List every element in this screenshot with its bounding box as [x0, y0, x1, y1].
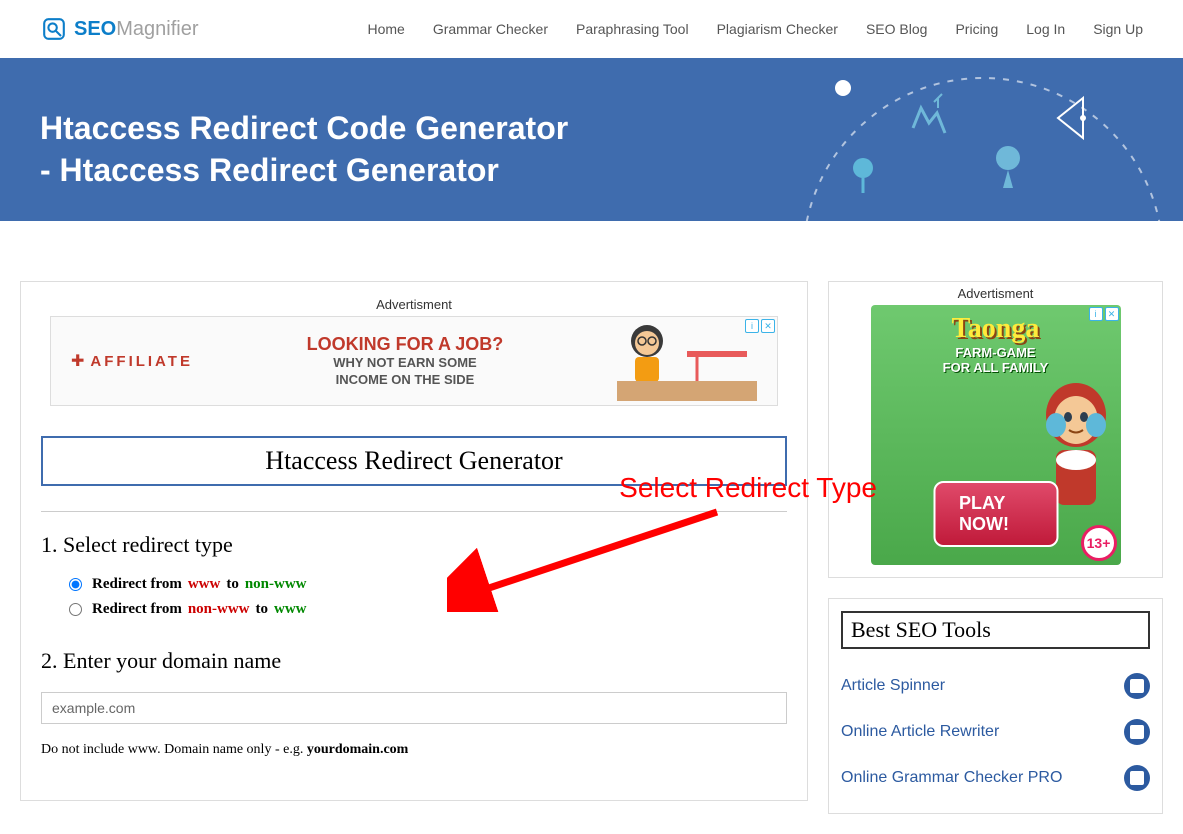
logo-icon — [40, 15, 68, 43]
sidebar-ad-info-icon[interactable]: i — [1089, 307, 1103, 321]
logo-text-seo: SEO — [74, 18, 116, 40]
logo[interactable]: SEOMagnifier — [40, 15, 199, 43]
affiliate-cross-icon: ✚ — [71, 353, 84, 370]
ad-sub1: WHY NOT EARN SOME — [213, 355, 597, 372]
annotation-arrow-icon — [447, 502, 727, 612]
play-now-button[interactable]: PLAY NOW! — [933, 481, 1058, 547]
domain-hint: Do not include www. Domain name only - e… — [41, 742, 787, 758]
domain-input[interactable] — [41, 692, 787, 724]
logo-text-magnifier: Magnifier — [116, 18, 198, 40]
nav-paraphrasing-tool[interactable]: Paraphrasing Tool — [576, 21, 689, 37]
main-content: Advertisment i ✕ ✚ AFFILIATE LOOKING FOR … — [20, 281, 808, 801]
ad-info-icon[interactable]: i — [745, 319, 759, 333]
ad-affiliate-label: AFFILIATE — [90, 353, 193, 370]
sidebar-ad[interactable]: i ✕ Taonga FARM-GAME FOR ALL FAMILY — [871, 305, 1121, 565]
taonga-sub1: FARM-GAME — [871, 345, 1121, 360]
nav-pricing[interactable]: Pricing — [955, 21, 998, 37]
annotation-label: Select Redirect Type — [619, 472, 877, 504]
tool-link-article-rewriter[interactable]: Online Article Rewriter — [841, 709, 1150, 755]
nav-grammar-checker[interactable]: Grammar Checker — [433, 21, 548, 37]
nav-seo-blog[interactable]: SEO Blog — [866, 21, 927, 37]
nav-home[interactable]: Home — [367, 21, 404, 37]
sidebar-ad-label: Advertisment — [841, 286, 1150, 301]
nav-login[interactable]: Log In — [1026, 21, 1065, 37]
tools-heading: Best SEO Tools — [841, 611, 1150, 649]
taonga-title: Taonga — [871, 305, 1121, 345]
ad-sub2: INCOME ON THE SIDE — [213, 372, 597, 389]
ad-label: Advertisment — [41, 297, 787, 312]
tool-link-article-spinner[interactable]: Article Spinner — [841, 663, 1150, 709]
tool-icon — [1124, 673, 1150, 699]
radio-www-to-nonwww-input[interactable] — [69, 578, 82, 591]
nav-signup[interactable]: Sign Up — [1093, 21, 1143, 37]
sidebar-ad-container: Advertisment i ✕ Taonga FARM-GAME FOR AL… — [828, 281, 1163, 578]
sidebar-ad-close-icon[interactable]: ✕ — [1105, 307, 1119, 321]
radio-nonwww-to-www-input[interactable] — [69, 603, 82, 616]
ad-banner[interactable]: i ✕ ✚ AFFILIATE LOOKING FOR A JOB? WHY NO… — [50, 316, 778, 406]
tool-link-grammar-checker[interactable]: Online Grammar Checker PRO — [841, 755, 1150, 801]
ad-headline: LOOKING FOR A JOB? — [213, 334, 597, 355]
best-seo-tools-box: Best SEO Tools Article Spinner Online Ar… — [828, 598, 1163, 814]
nav-plagiarism-checker[interactable]: Plagiarism Checker — [717, 21, 838, 37]
ad-illustration — [617, 321, 757, 401]
age-badge: 13+ — [1081, 525, 1117, 561]
ad-close-icon[interactable]: ✕ — [761, 319, 775, 333]
tool-icon — [1124, 765, 1150, 791]
step2-title: 2. Enter your domain name — [41, 648, 787, 674]
page-title: Htaccess Redirect Code Generator - Htacc… — [40, 108, 1143, 191]
tool-icon — [1124, 719, 1150, 745]
main-nav: Home Grammar Checker Paraphrasing Tool P… — [367, 21, 1143, 37]
hero-banner: Htaccess Redirect Code Generator - Htacc… — [0, 58, 1183, 221]
